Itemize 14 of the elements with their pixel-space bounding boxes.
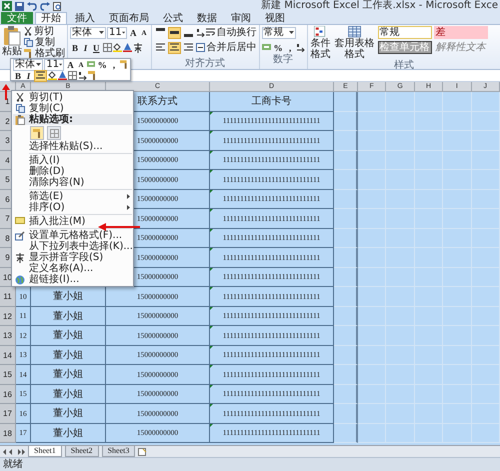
menu-heading: 粘贴选项: (28, 114, 74, 125)
table-cell: 董小姐 (31, 424, 106, 443)
group-label: 对齐方式 (185, 58, 226, 69)
table-cell: 董小姐 (31, 365, 106, 384)
table-cell: 董小姐 (31, 384, 106, 404)
group-label: 样式 (394, 60, 414, 69)
table-cell: 董小姐 (31, 306, 106, 326)
status-text: 就绪 (3, 458, 23, 470)
table-cell: 董小姐 (31, 287, 106, 306)
table-cell: 董小姐 (31, 346, 106, 365)
table-cell: 工商卡号 (210, 92, 334, 112)
table-cell: 董小姐 (31, 326, 106, 346)
table-cell: 董小姐 (31, 404, 106, 424)
group-label: 数字 (273, 54, 294, 65)
